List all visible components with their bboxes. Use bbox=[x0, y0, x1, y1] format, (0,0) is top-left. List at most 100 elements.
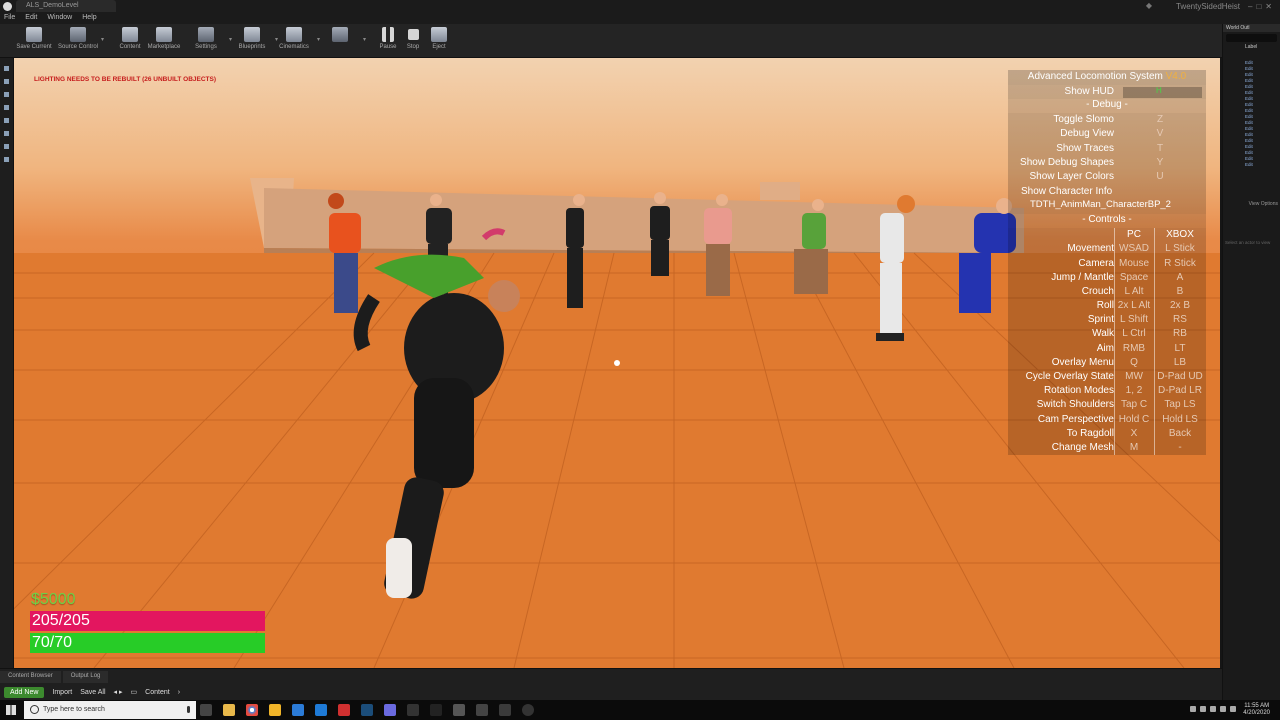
debug-label: Debug View bbox=[1060, 128, 1114, 140]
window-controls[interactable]: –□✕ bbox=[1248, 2, 1276, 11]
tab-content-browser[interactable]: Content Browser bbox=[0, 671, 61, 683]
stamina-bar: 70/70 bbox=[30, 633, 265, 653]
outliner-row[interactable]: Edit bbox=[1245, 114, 1277, 119]
mode-icon[interactable] bbox=[4, 92, 9, 97]
mode-icon[interactable] bbox=[4, 131, 9, 136]
mode-icon[interactable] bbox=[4, 66, 9, 71]
app-icon[interactable] bbox=[338, 704, 350, 716]
mode-icon[interactable] bbox=[4, 118, 9, 123]
outliner-row[interactable]: Edit bbox=[1245, 84, 1277, 89]
control-xbox-key: Hold LS bbox=[1162, 413, 1198, 425]
outliner-row[interactable]: Edit bbox=[1245, 102, 1277, 107]
outliner-row[interactable]: Edit bbox=[1245, 132, 1277, 137]
taskbar-search-input[interactable]: Type here to search bbox=[24, 701, 196, 719]
control-pc-key: Mouse bbox=[1118, 257, 1149, 269]
breadcrumb-chevron-icon: › bbox=[177, 688, 181, 696]
level-tab[interactable]: ALS_DemoLevel bbox=[16, 0, 116, 12]
outliner-row[interactable]: Edit bbox=[1245, 96, 1277, 101]
settings-button[interactable]: Settings ▾ bbox=[180, 26, 232, 56]
mode-icon[interactable] bbox=[4, 157, 9, 162]
character-info-value: TDTH_AnimMan_CharacterBP_2 bbox=[1030, 199, 1171, 211]
app-icon[interactable] bbox=[292, 704, 304, 716]
control-xbox-key: D-Pad UD bbox=[1157, 371, 1203, 382]
save-all-button[interactable]: Save All bbox=[80, 689, 105, 696]
outliner-row[interactable]: Edit bbox=[1245, 78, 1277, 83]
control-row: Walk L Ctrl RB bbox=[1008, 327, 1206, 342]
menu-window[interactable]: Window bbox=[47, 14, 72, 21]
app-icon[interactable] bbox=[453, 704, 465, 716]
tray-icon[interactable] bbox=[1210, 706, 1216, 712]
windows-taskbar: Type here to search 11:55 AM 4/20/2020 bbox=[0, 700, 1280, 720]
folder-icon: ▭ bbox=[130, 689, 138, 696]
control-xbox-key: RS bbox=[1173, 314, 1187, 326]
chrome-icon[interactable] bbox=[246, 704, 258, 716]
history-arrows-icon[interactable]: ◂ ▸ bbox=[114, 688, 123, 696]
add-new-button[interactable]: Add New bbox=[4, 686, 45, 698]
app-icon[interactable] bbox=[384, 704, 396, 716]
steam-icon[interactable] bbox=[361, 704, 373, 716]
outliner-row[interactable]: Edit bbox=[1245, 162, 1277, 167]
outliner-row[interactable]: Edit bbox=[1245, 144, 1277, 149]
tray-icon[interactable] bbox=[1190, 706, 1196, 712]
outliner-row[interactable]: Edit bbox=[1245, 150, 1277, 155]
control-row: Rotation Modes 1, 2 D-Pad LR bbox=[1008, 384, 1206, 399]
mode-icon[interactable] bbox=[4, 79, 9, 84]
debug-row: Show Layer Colors U bbox=[1008, 169, 1206, 185]
outliner-column-label[interactable]: Label bbox=[1223, 44, 1280, 50]
cinematics-button[interactable]: Cinematics ▾ bbox=[268, 26, 320, 56]
source-control-button[interactable]: Source Control ▾ bbox=[52, 26, 104, 56]
control-pc-key: RMB bbox=[1122, 342, 1146, 354]
import-button[interactable]: Import bbox=[52, 689, 72, 696]
system-clock[interactable]: 11:55 AM 4/20/2020 bbox=[1243, 703, 1270, 717]
outliner-row[interactable]: Edit bbox=[1245, 72, 1277, 77]
outliner-row[interactable]: Edit bbox=[1245, 90, 1277, 95]
task-view-icon[interactable] bbox=[200, 704, 212, 716]
lighting-warning: LIGHTING NEEDS TO BE REBUILT (26 unbuilt… bbox=[34, 76, 217, 83]
unreal-logo-icon bbox=[3, 2, 12, 11]
tray-icon[interactable] bbox=[1230, 706, 1236, 712]
outliner-row[interactable]: Edit bbox=[1245, 60, 1277, 65]
outliner-row[interactable]: Edit bbox=[1245, 120, 1277, 125]
app-icon[interactable] bbox=[476, 704, 488, 716]
control-xbox-key: LT bbox=[1174, 342, 1186, 354]
clock-date: 4/20/2020 bbox=[1243, 710, 1270, 716]
tab-output-log[interactable]: Output Log bbox=[62, 671, 109, 683]
outliner-row[interactable]: Edit bbox=[1245, 138, 1277, 143]
mode-icon[interactable] bbox=[4, 144, 9, 149]
game-viewport[interactable]: LIGHTING NEEDS TO BE REBUILT (26 unbuilt… bbox=[14, 58, 1220, 668]
app-icon[interactable] bbox=[407, 704, 419, 716]
control-row: Camera Mouse R Stick bbox=[1008, 256, 1206, 271]
outliner-tab[interactable]: World Outl bbox=[1223, 24, 1280, 32]
menu-help[interactable]: Help bbox=[82, 14, 96, 21]
outliner-row[interactable]: Edit bbox=[1245, 156, 1277, 161]
breadcrumb-content[interactable]: Content bbox=[145, 689, 170, 696]
control-pc-key: MW bbox=[1125, 371, 1143, 382]
tray-icon[interactable] bbox=[1200, 706, 1206, 712]
app-icon[interactable] bbox=[522, 704, 534, 716]
source-control-status-icon[interactable]: ◆ bbox=[1146, 1, 1152, 10]
outliner-row[interactable]: Edit bbox=[1245, 108, 1277, 113]
mode-icon[interactable] bbox=[4, 105, 9, 110]
outliner-search-input[interactable] bbox=[1226, 34, 1277, 42]
build-button[interactable]: ▾ bbox=[314, 26, 366, 56]
eject-button[interactable]: Eject bbox=[413, 26, 465, 56]
control-xbox-key: 2x B bbox=[1169, 300, 1190, 312]
view-options-button[interactable]: View Options bbox=[1249, 201, 1278, 207]
epic-games-icon[interactable] bbox=[430, 704, 442, 716]
menu-file[interactable]: File bbox=[4, 14, 15, 21]
outliner-row[interactable]: Edit bbox=[1245, 126, 1277, 131]
windows-start-icon[interactable] bbox=[6, 705, 16, 715]
control-label: Crouch bbox=[1081, 285, 1114, 297]
app-icon[interactable] bbox=[269, 704, 281, 716]
world-outliner-panel: World Outl Label Edit Edit Edit Edit Edit Edi… bbox=[1222, 24, 1280, 700]
visual-studio-code-icon[interactable] bbox=[315, 704, 327, 716]
outliner-row[interactable]: Edit bbox=[1245, 66, 1277, 71]
control-pc-key: Tap C bbox=[1120, 399, 1148, 411]
menu-edit[interactable]: Edit bbox=[25, 14, 37, 21]
control-label: Cycle Overlay State bbox=[1025, 371, 1114, 382]
control-xbox-key: D-Pad LR bbox=[1158, 385, 1202, 397]
file-explorer-icon[interactable] bbox=[223, 704, 235, 716]
tray-icon[interactable] bbox=[1220, 706, 1226, 712]
unreal-editor-taskbar-icon[interactable] bbox=[499, 704, 511, 716]
microphone-icon[interactable] bbox=[187, 706, 190, 713]
